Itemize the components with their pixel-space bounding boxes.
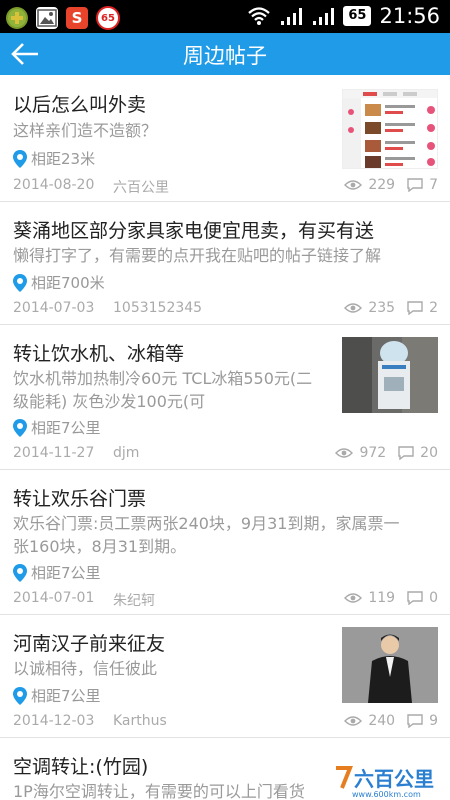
comment-icon <box>407 178 423 192</box>
watermark-logo: 六百公里 www.600km.com <box>332 758 450 800</box>
post-item[interactable]: 转让饮水机、冰箱等 饮水机带加热制冷60元 TCL冰箱550元(二 级能耗) 灰… <box>0 325 450 470</box>
post-date: 2014-11-27 <box>13 445 95 461</box>
location-text: 相距700米 <box>31 274 105 292</box>
post-thumbnail <box>342 337 438 413</box>
post-stats: 240 9 <box>344 713 438 729</box>
view-count: 229 <box>368 177 396 193</box>
post-author: 朱纪轲 <box>113 593 155 609</box>
app-header: 周边帖子 <box>0 33 450 75</box>
post-body-line: 欢乐谷门票:员工票两张240块，9月31到期，家属票一 <box>13 514 400 533</box>
post-body: 懒得打字了，有需要的点开我在贴吧的帖子链接了解 <box>13 246 382 265</box>
watermark-brand: 六百公里 <box>354 767 434 791</box>
post-body: 饮水机带加热制冷60元 TCL冰箱550元(二 级能耗) 灰色沙发100元(可 <box>13 367 312 413</box>
post-stats: 119 0 <box>344 590 438 606</box>
water-dispenser-image <box>342 337 438 413</box>
view-count: 119 <box>368 590 396 606</box>
post-title: 空调转让:(竹园) <box>13 756 149 778</box>
post-date: 2014-07-03 <box>13 300 95 316</box>
view-count: 972 <box>359 445 387 461</box>
location-text: 相距7公里 <box>31 419 101 437</box>
post-body-line: 级能耗) 灰色沙发100元(可 <box>13 392 206 411</box>
post-body-line: 张160块，8月31到期。 <box>13 537 187 556</box>
post-location: 相距7公里 <box>13 417 101 438</box>
eye-icon <box>344 716 363 726</box>
battery-icon: 65 <box>343 6 372 26</box>
post-author: Karthus <box>113 713 167 729</box>
post-location: 相距700米 <box>13 272 105 293</box>
status-bar: S 65 65 21:56 <box>0 0 450 33</box>
menu-screenshot-image <box>343 90 437 168</box>
location-pin-icon <box>13 686 27 705</box>
comment-count: 20 <box>420 445 438 461</box>
eye-icon <box>344 180 363 190</box>
eye-icon <box>344 593 363 603</box>
post-body: 以诚相待，信任彼此 <box>13 659 158 678</box>
post-body-line: 饮水机带加热制冷60元 TCL冰箱550元(二 <box>13 369 313 388</box>
signal-icon <box>313 8 335 25</box>
comment-icon <box>407 301 423 315</box>
location-text: 相距23米 <box>31 150 96 168</box>
post-author: 六百公里 <box>113 180 169 196</box>
comment-count: 9 <box>429 713 438 729</box>
status-time: 21:56 <box>379 4 440 28</box>
location-pin-icon <box>13 418 27 437</box>
post-stats: 972 20 <box>335 445 438 461</box>
post-title: 河南汉子前来征友 <box>13 633 166 655</box>
view-count: 235 <box>368 300 396 316</box>
post-author: djm <box>113 445 140 461</box>
watermark-url: www.600km.com <box>352 790 421 799</box>
gallery-icon <box>36 7 58 29</box>
post-date: 2014-07-01 <box>13 590 95 606</box>
post-stats: 235 2 <box>344 300 438 316</box>
badge-65-icon: 65 <box>96 6 120 30</box>
post-item[interactable]: 以后怎么叫外卖 这样亲们造不造额？ 相距23米 2014-08-20 六百公里 … <box>0 75 450 202</box>
s-app-icon: S <box>66 7 88 29</box>
post-body: 欢乐谷门票:员工票两张240块，9月31到期，家属票一 张160块，8月31到期… <box>13 512 399 558</box>
post-date: 2014-08-20 <box>13 177 95 193</box>
page-title: 周边帖子 <box>183 44 267 68</box>
signal-icon <box>281 8 303 25</box>
location-pin-icon <box>13 273 27 292</box>
view-count: 240 <box>368 713 396 729</box>
comment-count: 0 <box>429 590 438 606</box>
post-item[interactable]: 河南汉子前来征友 以诚相待，信任彼此 相距7公里 2014-12-03 Kart… <box>0 615 450 738</box>
post-title: 转让饮水机、冰箱等 <box>13 343 185 365</box>
post-body: 1P海尔空调转让，有需要的可以上门看货 <box>13 782 305 800</box>
man-in-suit-image <box>342 627 438 703</box>
comment-icon <box>407 714 423 728</box>
post-thumbnail <box>342 89 438 169</box>
eye-icon <box>335 448 354 458</box>
post-list: 以后怎么叫外卖 这样亲们造不造额？ 相距23米 2014-08-20 六百公里 … <box>0 75 450 800</box>
post-location: 相距7公里 <box>13 685 101 706</box>
post-stats: 229 7 <box>344 177 438 193</box>
eye-icon <box>344 303 363 313</box>
location-pin-icon <box>13 149 27 168</box>
comment-count: 2 <box>429 300 438 316</box>
comment-icon <box>407 591 423 605</box>
comment-count: 7 <box>429 177 438 193</box>
location-pin-icon <box>13 563 27 582</box>
post-item[interactable]: 葵涌地区部分家具家电便宜甩卖，有买有送 懒得打字了，有需要的点开我在贴吧的帖子链… <box>0 202 450 325</box>
post-thumbnail <box>342 627 438 703</box>
post-title: 以后怎么叫外卖 <box>13 94 147 116</box>
location-text: 相距7公里 <box>31 564 101 582</box>
post-item[interactable]: 转让欢乐谷门票 欢乐谷门票:员工票两张240块，9月31到期，家属票一 张160… <box>0 470 450 615</box>
wifi-icon <box>248 7 271 25</box>
post-title: 转让欢乐谷门票 <box>13 488 147 510</box>
comment-icon <box>398 446 414 460</box>
post-body: 这样亲们造不造额？ <box>13 121 158 140</box>
post-title: 葵涌地区部分家具家电便宜甩卖，有买有送 <box>13 220 375 242</box>
post-location: 相距7公里 <box>13 562 101 583</box>
post-location: 相距23米 <box>13 148 95 169</box>
post-date: 2014-12-03 <box>13 713 95 729</box>
post-author: 1053152345 <box>113 300 203 316</box>
app-icon <box>6 7 28 29</box>
location-text: 相距7公里 <box>31 687 101 705</box>
